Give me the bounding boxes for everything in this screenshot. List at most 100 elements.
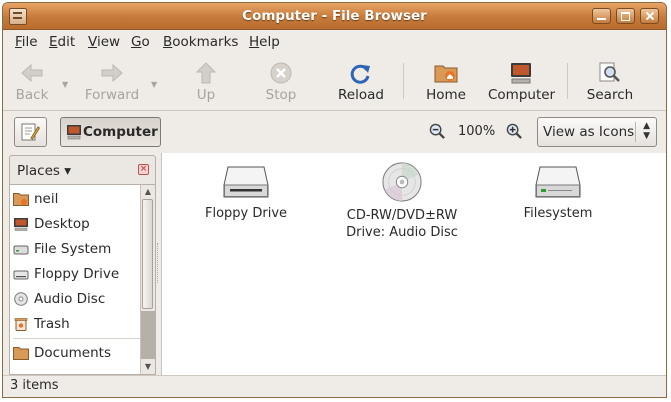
home-label[interactable]: Home xyxy=(423,87,469,103)
sidebar-scrollbar[interactable]: ▲ ▼ xyxy=(140,185,155,374)
cd-drive-icon xyxy=(382,162,422,202)
computer-small-icon xyxy=(67,125,81,140)
computer-button[interactable]: Computer xyxy=(488,55,555,107)
view-mode-value: View as Icons xyxy=(543,124,635,140)
sidebar-item-label: File System xyxy=(34,241,112,257)
sidebar-item-floppy-drive[interactable]: Floppy Drive xyxy=(13,264,143,286)
reload-icon xyxy=(350,64,370,84)
desktop-icon xyxy=(14,218,28,231)
up-arrow-icon xyxy=(195,62,217,84)
cd-icon xyxy=(14,292,28,306)
places-dropdown[interactable]: Places ▾ xyxy=(17,163,71,179)
file-item-label: Filesystem xyxy=(523,206,593,221)
zoom-in-icon[interactable] xyxy=(506,123,523,140)
location-bar: Computer 100% View as Icons ▲ ▼ xyxy=(3,111,666,153)
back-arrow-icon xyxy=(21,63,43,83)
sidebar-item-home[interactable]: neil xyxy=(13,189,143,211)
forward-arrow-icon xyxy=(101,63,123,83)
harddisk-icon xyxy=(13,245,29,255)
home-folder-icon xyxy=(13,193,29,206)
scrollbar-track[interactable] xyxy=(141,311,155,359)
reload-label[interactable]: Reload xyxy=(336,87,386,103)
forward-button[interactable]: Forward xyxy=(79,55,145,107)
scroll-down-arrow-icon[interactable]: ▼ xyxy=(141,360,155,374)
menu-bar: File Edit View Go Bookmarks Help xyxy=(3,30,666,52)
stop-icon xyxy=(270,62,292,84)
file-item-label: Floppy Drive xyxy=(204,206,288,221)
minimize-button[interactable] xyxy=(592,8,611,24)
search-icon xyxy=(599,62,620,82)
sidebar-separator xyxy=(13,338,141,339)
file-item-label: CD-RW/DVD±RW Drive: Audio Disc xyxy=(332,207,472,241)
view-mode-select[interactable]: View as Icons ▲ ▼ xyxy=(537,117,657,147)
menu-help[interactable]: Help xyxy=(249,34,280,50)
sidebar-header[interactable]: Places ▾ × xyxy=(9,155,156,185)
menu-bookmarks[interactable]: Bookmarks xyxy=(163,34,238,50)
select-divider xyxy=(635,122,636,142)
scrollbar-thumb[interactable] xyxy=(142,199,153,309)
stop-label: Stop xyxy=(265,87,297,103)
stop-button[interactable]: Stop xyxy=(259,55,303,107)
back-button[interactable]: Back xyxy=(9,55,55,107)
sidebar-item-label: Documents xyxy=(34,345,111,361)
window-title: Computer - File Browser xyxy=(242,8,427,24)
title-bar[interactable]: Computer - File Browser xyxy=(3,3,666,30)
forward-history-dropdown[interactable]: ▼ xyxy=(151,80,157,89)
file-item-cd-drive[interactable]: CD-RW/DVD±RW Drive: Audio Disc xyxy=(332,161,472,241)
toolbar: Back ▼ Forward ▼ Up Stop Reload Home Com… xyxy=(3,55,666,111)
up-button[interactable]: Up xyxy=(186,55,226,107)
menu-edit[interactable]: Edit xyxy=(49,34,75,50)
close-sidebar-icon[interactable]: × xyxy=(138,164,149,175)
search-label[interactable]: Search xyxy=(585,87,635,103)
search-button[interactable]: Search xyxy=(585,55,635,107)
toggle-location-entry-button[interactable] xyxy=(14,117,47,147)
places-list[interactable]: neil Desktop File System Floppy Drive Au… xyxy=(9,185,156,375)
home-folder-icon xyxy=(434,65,458,83)
sidebar-item-audio-disc[interactable]: Audio Disc xyxy=(13,289,143,311)
sidebar-item-label: Trash xyxy=(34,316,70,332)
status-bar: 3 items xyxy=(3,375,666,397)
icon-view[interactable]: Floppy Drive CD-RW/DVD±RW Drive: Audio Di… xyxy=(161,153,666,375)
item-count: 3 items xyxy=(10,378,59,393)
back-history-dropdown[interactable]: ▼ xyxy=(62,80,68,89)
computer-label[interactable]: Computer xyxy=(488,87,555,103)
zoom-level[interactable]: 100% xyxy=(458,124,495,139)
sidebar-item-trash[interactable]: Trash xyxy=(13,314,143,336)
file-item-floppy-drive[interactable]: Floppy Drive xyxy=(176,165,316,222)
sidebar-item-label: Floppy Drive xyxy=(34,266,120,282)
trash-icon xyxy=(14,318,28,331)
menu-view[interactable]: View xyxy=(88,34,120,50)
menu-go[interactable]: Go xyxy=(131,34,150,50)
path-button-computer[interactable]: Computer xyxy=(60,117,161,147)
toolbar-separator xyxy=(403,63,404,99)
back-label: Back xyxy=(15,87,49,103)
zoom-out-icon[interactable] xyxy=(429,123,446,140)
file-item-label-line1: CD-RW/DVD±RW xyxy=(346,208,458,223)
folder-icon xyxy=(13,347,29,360)
home-button[interactable]: Home xyxy=(423,55,469,107)
sidebar-item-file-system[interactable]: File System xyxy=(13,239,143,261)
harddisk-icon xyxy=(535,166,581,198)
sidebar-item-documents[interactable]: Documents xyxy=(13,343,143,365)
maximize-button[interactable] xyxy=(616,8,635,24)
toolbar-separator-2 xyxy=(567,63,568,99)
sidebar-item-label: Desktop xyxy=(34,216,90,232)
places-label: Places xyxy=(17,163,60,179)
forward-label: Forward xyxy=(84,87,140,103)
spinner-arrows-icon: ▲ ▼ xyxy=(643,121,650,141)
close-window-button[interactable] xyxy=(640,8,659,24)
file-item-filesystem[interactable]: Filesystem xyxy=(488,165,628,222)
path-button-label: Computer xyxy=(83,124,158,140)
computer-icon xyxy=(511,63,531,84)
reload-button[interactable]: Reload xyxy=(336,55,386,107)
scroll-up-arrow-icon[interactable]: ▲ xyxy=(141,185,155,199)
file-browser-window: Computer - File Browser File Edit View G… xyxy=(2,2,667,398)
sidebar-item-desktop[interactable]: Desktop xyxy=(13,214,143,236)
floppy-drive-icon xyxy=(223,166,269,198)
floppy-icon xyxy=(13,270,29,280)
sidebar-item-label: neil xyxy=(34,191,59,207)
sidebar-item-label: Audio Disc xyxy=(34,291,106,307)
menu-file[interactable]: File xyxy=(15,34,38,50)
edit-location-icon xyxy=(21,123,40,141)
file-item-label-line2: Drive: Audio Disc xyxy=(346,225,458,240)
